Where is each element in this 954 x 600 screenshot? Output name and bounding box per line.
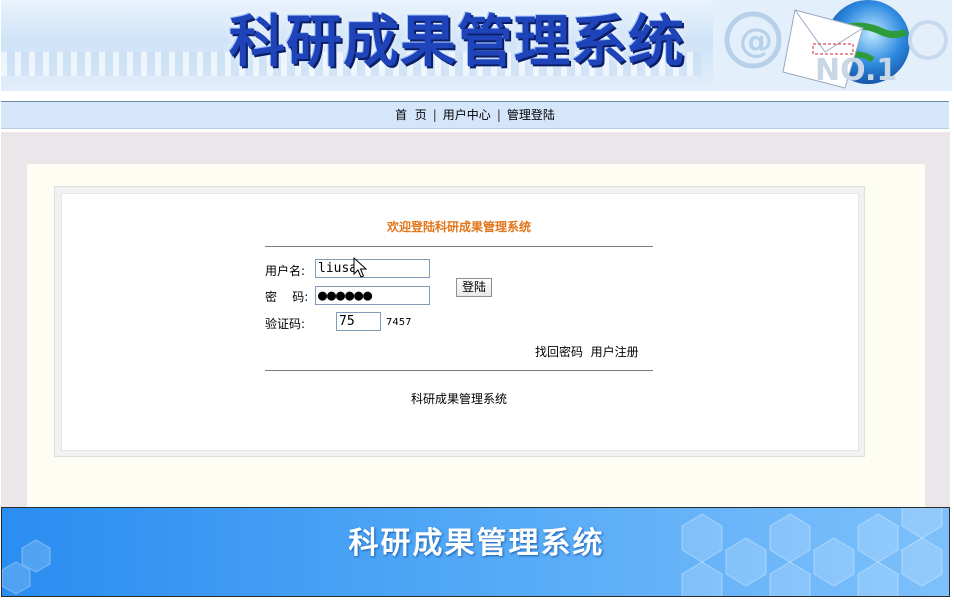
svg-text:@: @ [739, 21, 773, 61]
captcha-input[interactable]: 75 [336, 312, 381, 331]
username-label: 用户名: [265, 264, 306, 278]
system-name-text: 科研成果管理系统 [410, 392, 507, 406]
footer-banner: 科研成果管理系统 [1, 507, 950, 597]
forgot-password-link[interactable]: 找回密码 [535, 345, 583, 359]
login-button[interactable]: 登陆 [456, 278, 492, 297]
register-link[interactable]: 用户注册 [591, 345, 639, 359]
divider [265, 246, 653, 247]
nav-admin-login[interactable]: 管理登陆 [507, 108, 555, 122]
captcha-code: 7457 [386, 317, 412, 328]
banner-title: 科研成果管理系统 [229, 9, 685, 75]
divider [265, 370, 653, 371]
nav-home[interactable]: 首 页 [395, 108, 427, 122]
captcha-label: 验证码: [265, 317, 306, 331]
top-nav: 首 页 | 用户中心 | 管理登陆 [1, 101, 949, 129]
account-links: 找回密码 用户注册 [535, 343, 639, 360]
nav-separator: | [496, 108, 501, 122]
username-input[interactable]: liusa [315, 259, 430, 278]
nav-user-center[interactable]: 用户中心 [443, 108, 491, 122]
password-label: 密 码: [265, 290, 309, 304]
footer-title: 科研成果管理系统 [348, 526, 605, 561]
globe-mail-icon: @ NO.1 [713, 0, 952, 91]
password-input[interactable]: ●●●●●● [315, 286, 430, 305]
nav-separator: | [432, 108, 437, 122]
mouse-cursor-icon [353, 257, 367, 278]
welcome-heading: 欢迎登陆科研成果管理系统 [386, 220, 531, 234]
header-banner: @ NO.1 科研成果管理系统 [1, 0, 952, 91]
svg-text:NO.1: NO.1 [815, 53, 897, 88]
